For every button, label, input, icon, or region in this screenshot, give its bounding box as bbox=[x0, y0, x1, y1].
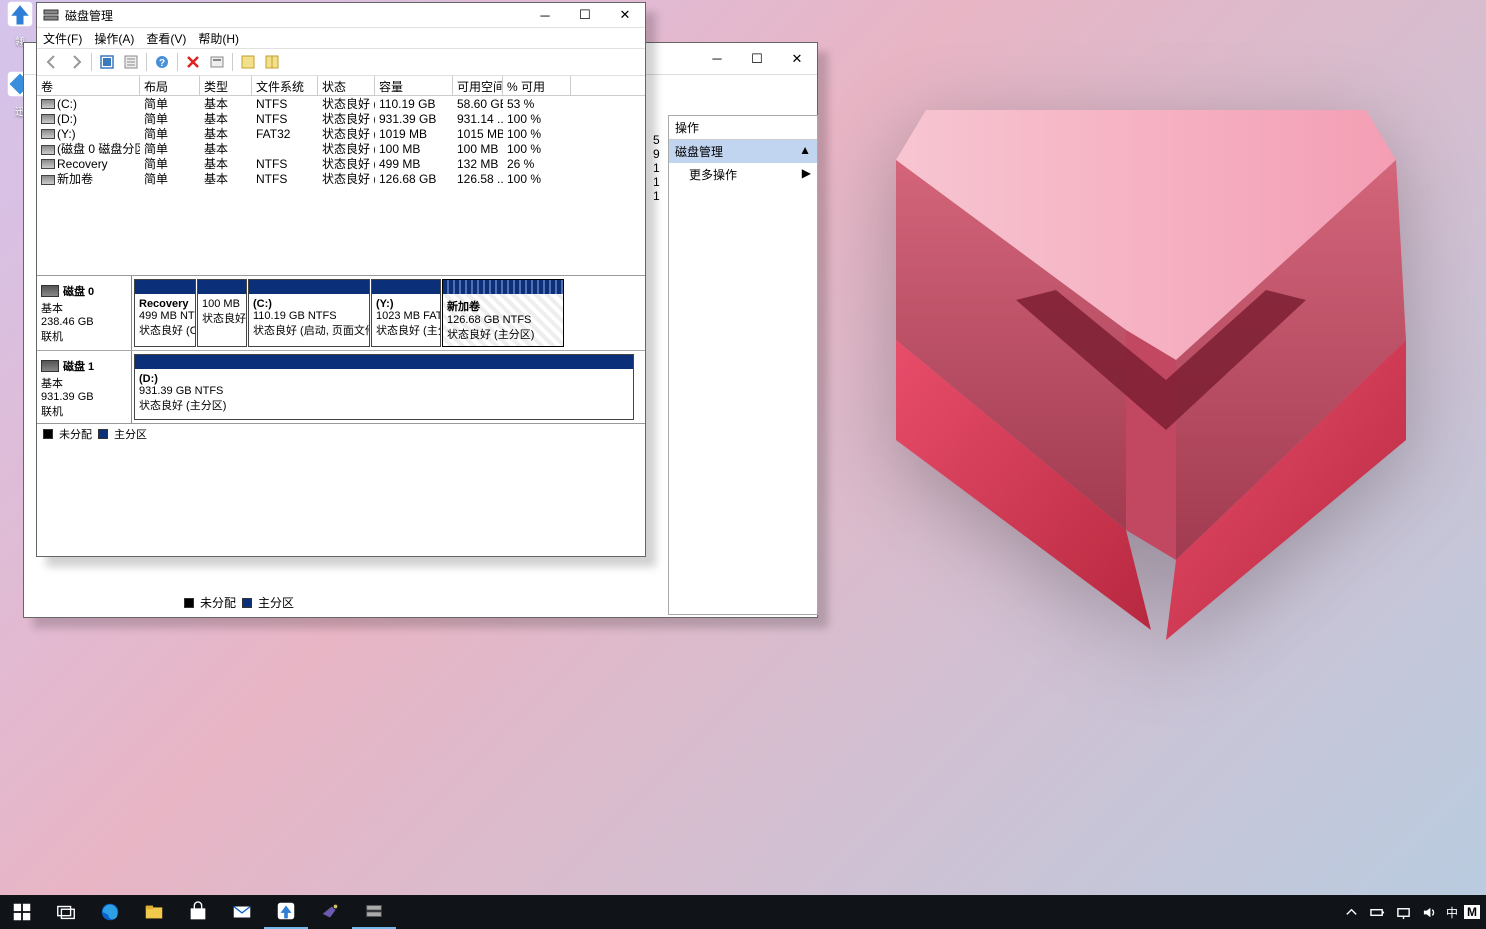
partition[interactable]: (C:) 110.19 GB NTFS 状态良好 (启动, 页面文件, bbox=[248, 279, 370, 347]
bg-maximize-button[interactable]: ☐ bbox=[737, 43, 777, 75]
disk-row[interactable]: 磁盘 0 基本238.46 GB联机 Recovery 499 MB NTFS … bbox=[37, 276, 645, 350]
tray-network-icon[interactable] bbox=[1394, 902, 1414, 922]
volume-row[interactable]: (C:) 简单基本 NTFS状态良好 (... 110.19 GB58.60 G… bbox=[37, 96, 645, 111]
file-explorer-icon[interactable] bbox=[132, 895, 176, 929]
menu-view[interactable]: 查看(V) bbox=[146, 30, 186, 47]
disk-management-window[interactable]: 磁盘管理 ─ ☐ ✕ 文件(F) 操作(A) 查看(V) 帮助(H) ? 卷 布… bbox=[36, 2, 646, 557]
side-number-strip: 5 9 1 1 1 bbox=[653, 133, 660, 203]
dm-titlebar[interactable]: 磁盘管理 ─ ☐ ✕ bbox=[37, 3, 645, 28]
disk-mgmt-taskbar-icon[interactable] bbox=[352, 895, 396, 929]
tb-delete-icon[interactable] bbox=[182, 51, 204, 73]
menu-action[interactable]: 操作(A) bbox=[94, 30, 134, 47]
bg-close-button[interactable]: ✕ bbox=[777, 43, 817, 75]
tb-fwd-button[interactable] bbox=[65, 51, 87, 73]
col-type[interactable]: 类型 bbox=[200, 76, 252, 95]
dm-minimize-button[interactable]: ─ bbox=[525, 3, 565, 28]
tb-view1-icon[interactable] bbox=[237, 51, 259, 73]
tray-chevron-icon[interactable] bbox=[1342, 902, 1362, 922]
dm-app-icon bbox=[43, 7, 59, 23]
volume-list[interactable]: 卷 布局 类型 文件系统 状态 容量 可用空间 % 可用 (C:) 简单基本 N… bbox=[37, 76, 645, 276]
menu-file[interactable]: 文件(F) bbox=[43, 30, 82, 47]
task-view-button[interactable] bbox=[44, 895, 88, 929]
tb-props-icon[interactable] bbox=[120, 51, 142, 73]
desktop-icon-1[interactable]: 翎 bbox=[4, 0, 36, 48]
legend-primary-swatch bbox=[98, 429, 108, 439]
col-status[interactable]: 状态 bbox=[318, 76, 375, 95]
col-layout[interactable]: 布局 bbox=[140, 76, 200, 95]
disk-label: 磁盘 1 基本931.39 GB联机 bbox=[37, 351, 132, 423]
tray-battery-icon[interactable] bbox=[1368, 902, 1388, 922]
app2-icon[interactable] bbox=[308, 895, 352, 929]
volume-list-header[interactable]: 卷 布局 类型 文件系统 状态 容量 可用空间 % 可用 bbox=[37, 76, 645, 96]
col-capacity[interactable]: 容量 bbox=[375, 76, 453, 95]
mail-icon[interactable] bbox=[220, 895, 264, 929]
col-volume[interactable]: 卷 bbox=[37, 76, 140, 95]
partition[interactable]: 100 MB 状态良好 bbox=[197, 279, 247, 347]
disk-row[interactable]: 磁盘 1 基本931.39 GB联机 (D:) 931.39 GB NTFS 状… bbox=[37, 350, 645, 423]
dm-title: 磁盘管理 bbox=[65, 7, 113, 24]
taskbar[interactable]: 中 M bbox=[0, 895, 1486, 929]
col-filesystem[interactable]: 文件系统 bbox=[252, 76, 318, 95]
desktop-wallpaper-shape bbox=[866, 100, 1426, 660]
tb-refresh-icon[interactable] bbox=[96, 51, 118, 73]
bg-minimize-button[interactable]: ─ bbox=[697, 43, 737, 75]
volume-row[interactable]: 新加卷 简单基本 NTFS状态良好 (... 126.68 GB126.58 .… bbox=[37, 171, 645, 186]
dm-maximize-button[interactable]: ☐ bbox=[565, 3, 605, 28]
volume-row[interactable]: (Y:) 简单基本 FAT32状态良好 (... 1019 MB1015 MB … bbox=[37, 126, 645, 141]
app1-icon[interactable] bbox=[264, 895, 308, 929]
tray-ime-label[interactable]: 中 bbox=[1446, 904, 1458, 921]
disk-graphical-view[interactable]: 磁盘 0 基本238.46 GB联机 Recovery 499 MB NTFS … bbox=[37, 276, 645, 424]
legend-unallocated-label: 未分配 bbox=[59, 426, 92, 442]
tb-settings-icon[interactable] bbox=[206, 51, 228, 73]
disk-label: 磁盘 0 基本238.46 GB联机 bbox=[37, 276, 132, 350]
partition[interactable]: Recovery 499 MB NTFS 状态良好 (OEM bbox=[134, 279, 196, 347]
actions-pane: 操作 磁盘管理▲更多操作▶ bbox=[668, 115, 818, 615]
store-icon[interactable] bbox=[176, 895, 220, 929]
col-percent[interactable]: % 可用 bbox=[503, 76, 571, 95]
system-tray[interactable]: 中 M bbox=[1342, 902, 1486, 922]
partition[interactable]: (D:) 931.39 GB NTFS 状态良好 (主分区) bbox=[134, 354, 634, 420]
dm-toolbar: ? bbox=[37, 48, 645, 76]
actions-item[interactable]: 更多操作▶ bbox=[669, 163, 817, 186]
partition[interactable]: (Y:) 1023 MB FAT 状态良好 (主分 bbox=[371, 279, 441, 347]
tb-help-icon[interactable]: ? bbox=[151, 51, 173, 73]
tb-view2-icon[interactable] bbox=[261, 51, 283, 73]
tray-m-label[interactable]: M bbox=[1464, 905, 1480, 919]
dm-close-button[interactable]: ✕ bbox=[605, 3, 645, 28]
volume-row[interactable]: (D:) 简单基本 NTFS状态良好 (... 931.39 GB931.14 … bbox=[37, 111, 645, 126]
edge-icon[interactable] bbox=[88, 895, 132, 929]
col-free[interactable]: 可用空间 bbox=[453, 76, 503, 95]
menu-help[interactable]: 帮助(H) bbox=[198, 30, 239, 47]
start-button[interactable] bbox=[0, 895, 44, 929]
tray-volume-icon[interactable] bbox=[1420, 902, 1440, 922]
bg-legend: 未分配 主分区 bbox=[184, 594, 294, 611]
partition[interactable]: 新加卷 126.68 GB NTFS 状态良好 (主分区) bbox=[442, 279, 564, 347]
actions-item[interactable]: 磁盘管理▲ bbox=[669, 140, 817, 163]
dm-legend: 未分配 主分区 bbox=[37, 424, 645, 444]
legend-unallocated-swatch bbox=[43, 429, 53, 439]
volume-row[interactable]: Recovery 简单基本 NTFS状态良好 (... 499 MB132 MB… bbox=[37, 156, 645, 171]
actions-header: 操作 bbox=[669, 116, 817, 140]
volume-row[interactable]: (磁盘 0 磁盘分区 2) 简单基本 状态良好 (... 100 MB100 M… bbox=[37, 141, 645, 156]
svg-text:?: ? bbox=[159, 58, 165, 69]
legend-primary-label: 主分区 bbox=[114, 426, 147, 442]
tb-back-button[interactable] bbox=[41, 51, 63, 73]
dm-menubar: 文件(F) 操作(A) 查看(V) 帮助(H) bbox=[37, 28, 645, 48]
